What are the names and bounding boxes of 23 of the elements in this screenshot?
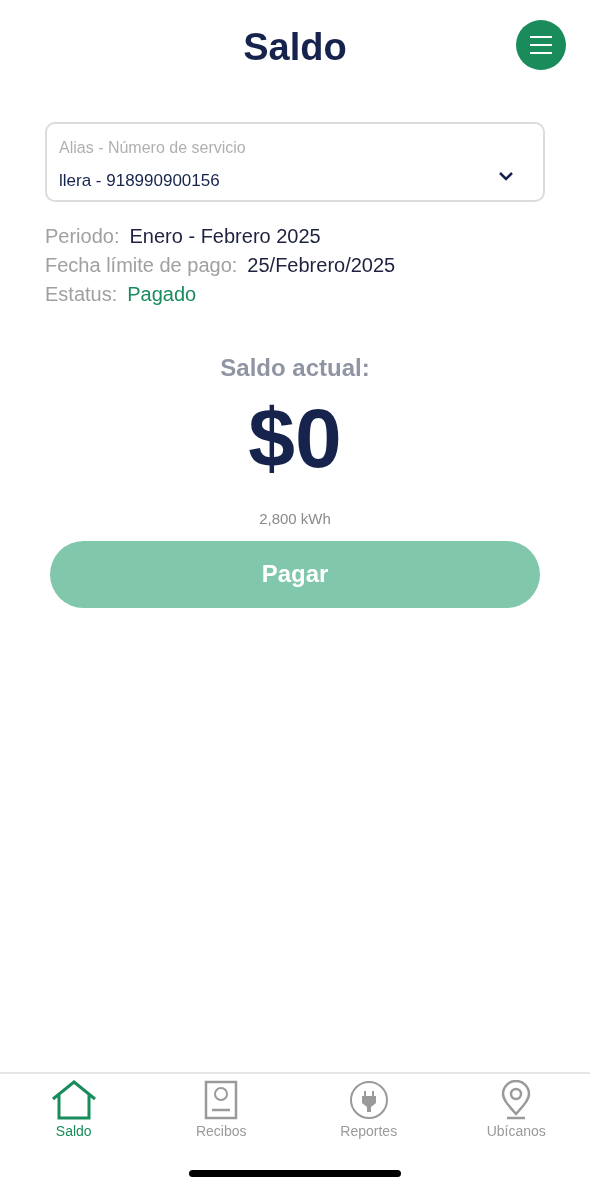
detail-value: Enero - Febrero 2025 <box>129 224 321 248</box>
service-select[interactable]: Alias - Número de servicio llera - 918990900156 <box>45 122 545 202</box>
detail-label: Estatus: <box>45 282 118 306</box>
select-label: Alias - Número de servicio <box>59 138 247 158</box>
tab[interactable]: Reportes <box>295 1080 443 1142</box>
chevron-down-icon <box>499 172 513 181</box>
menu-button[interactable] <box>516 20 566 70</box>
balance-amount: $0 <box>248 390 342 486</box>
select-value: llera - 918990900156 <box>59 170 220 192</box>
plug-icon <box>348 1080 389 1120</box>
detail-label: Periodo: <box>45 224 120 248</box>
status-value: Pagado <box>127 282 197 306</box>
house-icon <box>50 1080 97 1120</box>
tab[interactable]: Ubícanos <box>442 1080 590 1142</box>
receipt-icon <box>204 1080 239 1120</box>
consumption-text: 2,800 kWh <box>259 509 331 529</box>
menu-icon <box>529 35 553 55</box>
page-title: Saldo <box>243 24 347 70</box>
detail-value: 25/Febrero/2025 <box>247 253 396 277</box>
tab[interactable]: Saldo <box>0 1080 148 1142</box>
detail-label: Fecha límite de pago: <box>45 253 238 277</box>
tab[interactable]: Recibos <box>147 1080 295 1142</box>
balance-label: Saldo actual: <box>220 353 370 383</box>
